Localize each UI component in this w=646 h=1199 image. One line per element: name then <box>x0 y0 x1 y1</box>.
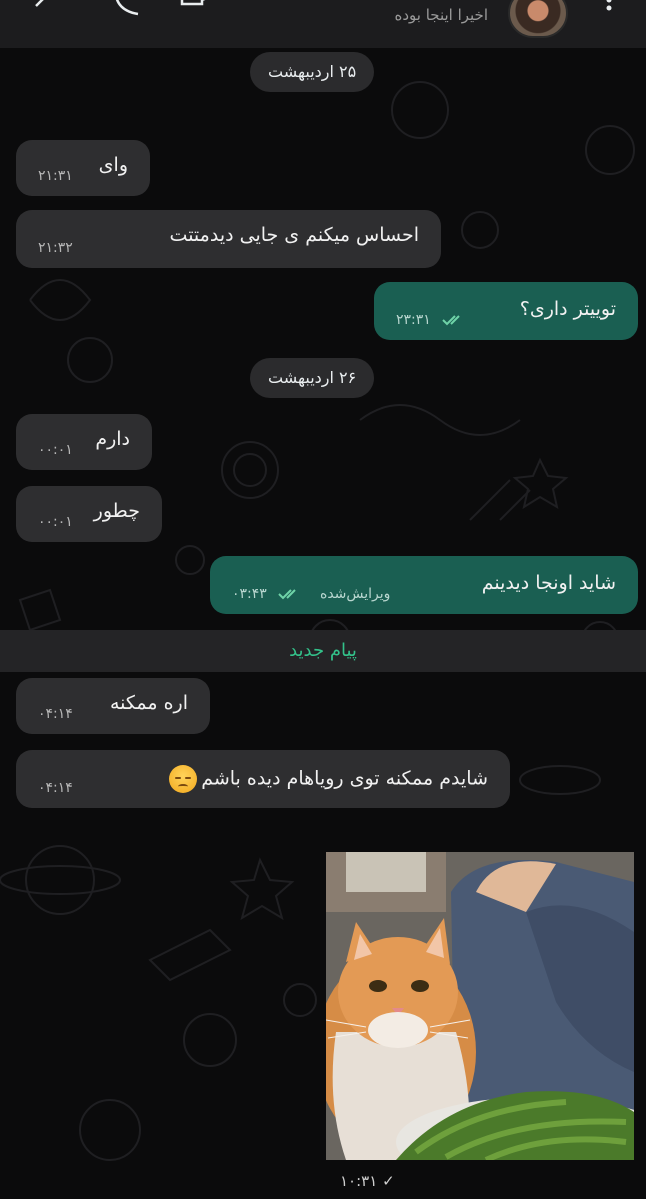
phone-icon[interactable] <box>110 0 144 16</box>
message-time: ۰۴:۱۴ <box>38 780 73 796</box>
message-bubble-outgoing[interactable]: شاید اونجا دیدینم ۰۳:۴۳ ویرایش‌شده <box>210 556 638 614</box>
video-call-icon[interactable] <box>178 0 218 12</box>
message-bubble-incoming[interactable]: احساس میکنم ی جایی دیدمتتت ۲۱:۳۲ <box>16 210 441 268</box>
message-time: ۰۰:۰۱ <box>38 442 73 458</box>
message-text: توییتر داری؟ <box>519 298 616 320</box>
message-text-content: شایدم ممکنه توی رویاهام دیده باشم <box>201 767 488 790</box>
date-separator: ۲۶ اردیبهشت <box>250 358 375 398</box>
pensive-face-emoji-icon <box>169 765 198 793</box>
back-arrow-icon[interactable] <box>30 0 50 16</box>
message-bubble-incoming[interactable]: شایدم ممکنه توی رویاهام دیده باشم ۰۴:۱۴ <box>16 750 510 808</box>
message-text: وای <box>98 154 128 176</box>
message-text: شاید اونجا دیدینم <box>481 572 616 594</box>
photo-time: ۱۰:۳۱ ✓ <box>340 1172 395 1190</box>
read-receipt-icon <box>278 589 296 600</box>
message-bubble-incoming[interactable]: چطور ۰۰:۰۱ <box>16 486 162 542</box>
message-text: دارم <box>95 428 130 450</box>
photo-time-value: ۱۰:۳۱ <box>340 1172 378 1190</box>
message-bubble-incoming[interactable]: وای ۲۱:۳۱ <box>16 140 150 196</box>
message-text: احساس میکنم ی جایی دیدمتتت <box>169 224 419 246</box>
message-time: ۰۴:۱۴ <box>38 706 73 722</box>
date-separator: ۲۵ اردیبهشت <box>250 52 375 92</box>
photo-message[interactable] <box>326 852 634 1160</box>
avatar[interactable] <box>508 0 568 38</box>
cat-photo-image <box>326 852 634 1160</box>
message-text: چطور <box>93 500 140 522</box>
message-time: ۲۱:۳۱ <box>38 168 73 184</box>
chat-header: اخیرا اینجا بوده <box>0 0 646 48</box>
message-bubble-incoming[interactable]: دارم ۰۰:۰۱ <box>16 414 152 470</box>
more-options-icon[interactable] <box>604 0 614 16</box>
message-text: شایدم ممکنه توی رویاهام دیده باشم <box>169 765 488 793</box>
message-text: اره ممکنه <box>109 692 188 714</box>
message-time: ۰۰:۰۱ <box>38 514 73 530</box>
last-seen-status: اخیرا اینجا بوده <box>394 6 488 24</box>
message-bubble-incoming[interactable]: اره ممکنه ۰۴:۱۴ <box>16 678 210 734</box>
edited-label: ویرایش‌شده <box>320 586 391 602</box>
read-receipt-icon <box>442 315 460 326</box>
message-time: ۲۱:۳۲ <box>38 240 73 256</box>
message-bubble-outgoing[interactable]: توییتر داری؟ ۲۳:۳۱ <box>374 282 638 340</box>
message-time: ۲۳:۳۱ <box>396 312 431 328</box>
new-messages-divider: پیام جدید <box>0 630 646 672</box>
sent-check-icon: ✓ <box>382 1172 395 1190</box>
message-time: ۰۳:۴۳ <box>232 586 267 602</box>
